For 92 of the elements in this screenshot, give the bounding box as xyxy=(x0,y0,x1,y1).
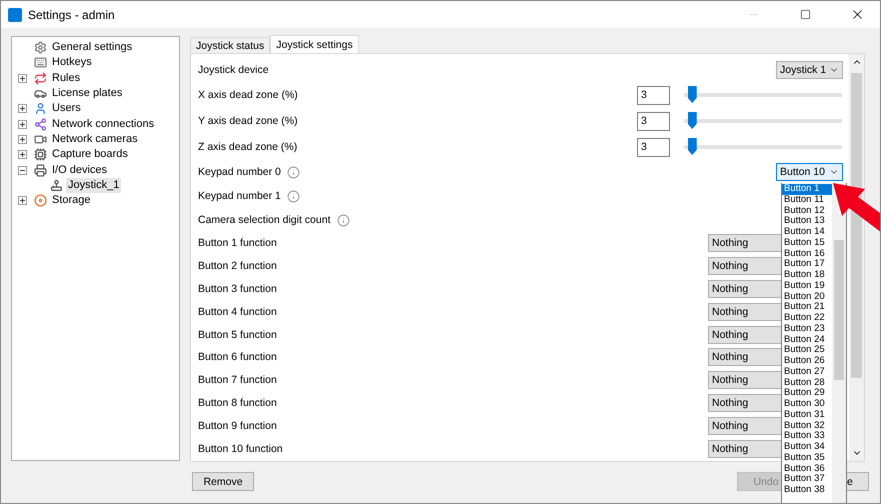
chip-icon xyxy=(34,148,47,162)
disc-icon xyxy=(34,194,47,208)
slider-thumb[interactable] xyxy=(688,138,697,155)
camera-icon xyxy=(34,132,47,146)
tree-item[interactable]: Storage xyxy=(50,193,93,208)
arrows-icon xyxy=(34,72,47,85)
dropdown-option[interactable]: Button 25 xyxy=(782,345,832,356)
car-icon xyxy=(34,87,47,100)
tree-item[interactable]: Network connections xyxy=(50,116,156,132)
setting-label: X axis dead zone (%) xyxy=(198,89,298,101)
setting-label: Z axis dead zone (%) xyxy=(198,141,298,153)
setting-label: Button 5 function xyxy=(198,328,277,341)
expand-toggle[interactable] xyxy=(18,74,27,83)
expand-toggle[interactable] xyxy=(18,166,27,175)
setting-label: Button 10 function xyxy=(198,442,283,455)
dropdown-option[interactable]: Button 12 xyxy=(782,206,832,216)
setting-label: Button 8 function xyxy=(198,396,277,409)
keypad-dropdown[interactable]: Button 10 xyxy=(776,163,843,181)
tree-item[interactable]: Capture boards xyxy=(50,147,130,162)
dropdown-option[interactable]: Button 21 xyxy=(782,302,832,313)
maximize-icon xyxy=(800,9,810,20)
setting-label: Button 7 function xyxy=(198,374,277,386)
plus-icon xyxy=(20,152,25,158)
info-icon[interactable] xyxy=(336,214,350,226)
expand-toggle[interactable] xyxy=(18,150,27,160)
setting-label: Camera selection digit count xyxy=(198,214,330,226)
expand-toggle[interactable] xyxy=(18,134,27,144)
share-icon xyxy=(34,118,47,131)
dropdown-option[interactable]: Button 11 xyxy=(782,194,832,206)
device-dropdown[interactable]: Joystick 1 xyxy=(776,61,843,79)
tree-item[interactable]: License plates xyxy=(50,86,124,102)
setting-label: Keypad number 1 xyxy=(198,190,281,202)
slider-thumb[interactable] xyxy=(688,112,697,129)
dropdown-option[interactable]: Button 1 xyxy=(782,184,832,195)
dialog-button[interactable]: Remove xyxy=(192,472,254,491)
dropdown-option[interactable]: Button 26 xyxy=(782,356,832,367)
keyboard-icon xyxy=(34,56,47,70)
slider-thumb[interactable] xyxy=(688,86,697,103)
expand-toggle[interactable] xyxy=(18,104,27,114)
scrollbar[interactable] xyxy=(849,54,864,461)
tree-item[interactable]: General settings xyxy=(50,40,134,56)
plus-icon xyxy=(20,76,25,81)
tree-item[interactable]: Rules xyxy=(50,70,82,86)
setting-label: Button 6 function xyxy=(198,351,277,364)
info-icon[interactable] xyxy=(286,166,300,178)
tree-item[interactable]: Network cameras xyxy=(50,132,140,147)
plus-icon xyxy=(20,106,25,112)
tree-item[interactable]: Users xyxy=(50,101,83,116)
dropdown-option[interactable]: Button 34 xyxy=(782,442,832,453)
number-field[interactable]: 3 xyxy=(637,86,670,104)
tab[interactable]: Joystick status xyxy=(190,37,270,53)
tab[interactable]: Joystick settings xyxy=(270,35,359,53)
setting-label: Button 1 function xyxy=(198,237,277,250)
dropdown-option[interactable]: Button 30 xyxy=(782,399,832,410)
dropdown-option[interactable]: Button 19 xyxy=(782,280,832,292)
plus-icon xyxy=(20,198,25,204)
number-field[interactable]: 3 xyxy=(637,112,670,130)
setting-label: Button 2 function xyxy=(198,260,277,272)
joystick-icon xyxy=(50,178,63,192)
app-logo-icon xyxy=(8,8,22,22)
setting-label: Button 4 function xyxy=(198,306,277,318)
setting-label: Button 9 function xyxy=(198,420,277,432)
setting-label: Button 3 function xyxy=(198,282,277,295)
annotation-arrow xyxy=(833,183,880,233)
plus-icon xyxy=(20,122,25,127)
plus-icon xyxy=(20,136,25,142)
dropdown-option[interactable]: Button 36 xyxy=(782,464,832,474)
dropdown-option[interactable]: Button 22 xyxy=(782,313,832,324)
setting-label: Joystick device xyxy=(198,64,269,76)
printer-icon xyxy=(34,164,47,177)
user-icon xyxy=(34,102,47,116)
setting-label: Y axis dead zone (%) xyxy=(198,115,298,127)
dropdown-option[interactable]: Button 28 xyxy=(782,378,832,388)
window-title: Settings - admin xyxy=(28,8,116,22)
scroll-thumb[interactable] xyxy=(851,73,862,378)
expand-toggle[interactable] xyxy=(18,196,27,206)
dropdown-option[interactable]: Button 24 xyxy=(782,334,832,346)
setting-label: Keypad number 0 xyxy=(198,166,281,178)
tree-item[interactable]: Joystick_1 xyxy=(66,178,122,193)
info-icon[interactable] xyxy=(286,190,300,202)
dropdown-option[interactable]: Button 17 xyxy=(782,259,832,270)
scroll-thumb[interactable] xyxy=(834,240,844,380)
dropdown-option[interactable]: Button 13 xyxy=(782,216,832,227)
gear-icon xyxy=(34,41,47,54)
dropdown-option[interactable]: Button 15 xyxy=(782,238,832,248)
dropdown-option[interactable]: Button 23 xyxy=(782,324,832,334)
dropdown-option[interactable]: Button 32 xyxy=(782,420,832,432)
number-field[interactable]: 3 xyxy=(637,138,670,156)
expand-toggle[interactable] xyxy=(18,120,27,129)
tree-item[interactable]: Hotkeys xyxy=(50,55,94,70)
minus-icon xyxy=(20,168,25,173)
tree-item[interactable]: I/O devices xyxy=(50,162,110,178)
